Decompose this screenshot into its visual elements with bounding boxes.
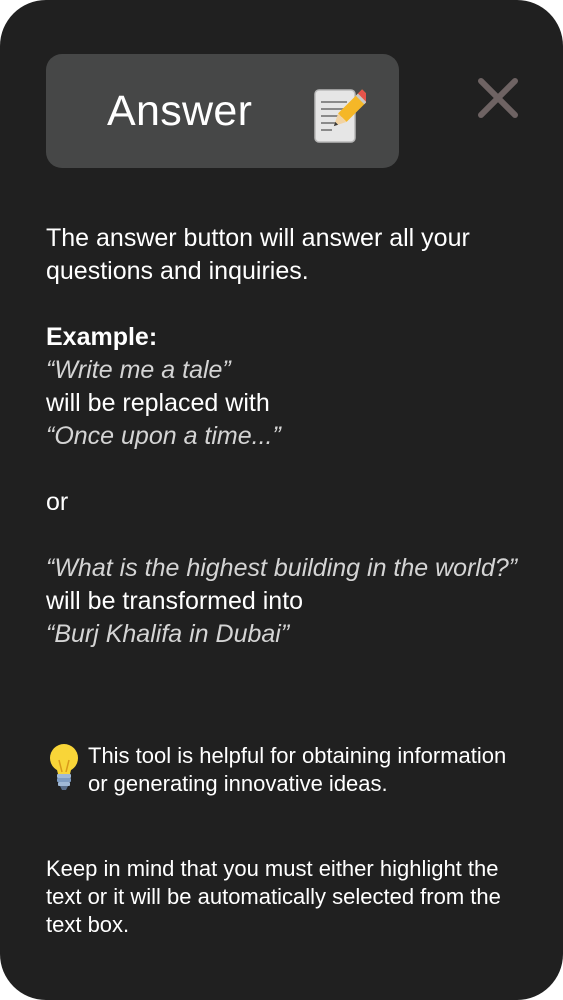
tip-text: This tool is helpful for obtaining infor… xyxy=(88,743,507,796)
close-button[interactable] xyxy=(474,74,522,122)
example1-output: “Once upon a time...” xyxy=(46,422,281,450)
example1-connector: will be replaced with xyxy=(46,389,270,417)
note: Keep in mind that you must either highli… xyxy=(46,855,526,939)
answer-help-panel: Answer The answer button will answer all… xyxy=(0,0,563,1000)
example2-connector: will be transformed into xyxy=(46,587,304,615)
example-heading: Example: xyxy=(46,323,158,351)
example2-input: “What is the highest building in the wor… xyxy=(46,554,518,582)
or-text: or xyxy=(46,488,69,516)
tip: This tool is helpful for obtaining infor… xyxy=(46,742,526,798)
answer-button[interactable]: Answer xyxy=(46,54,399,168)
answer-button-label: Answer xyxy=(107,87,253,135)
light-bulb-icon xyxy=(50,744,78,790)
description: The answer button will answer all your q… xyxy=(46,222,526,651)
intro-text: The answer button will answer all your q… xyxy=(46,224,470,285)
example1-input: “Write me a tale” xyxy=(46,356,231,384)
memo-pencil-icon xyxy=(314,89,366,143)
example2-output: “Burj Khalifa in Dubai” xyxy=(46,620,290,648)
note-text: Keep in mind that you must either highli… xyxy=(46,856,501,937)
